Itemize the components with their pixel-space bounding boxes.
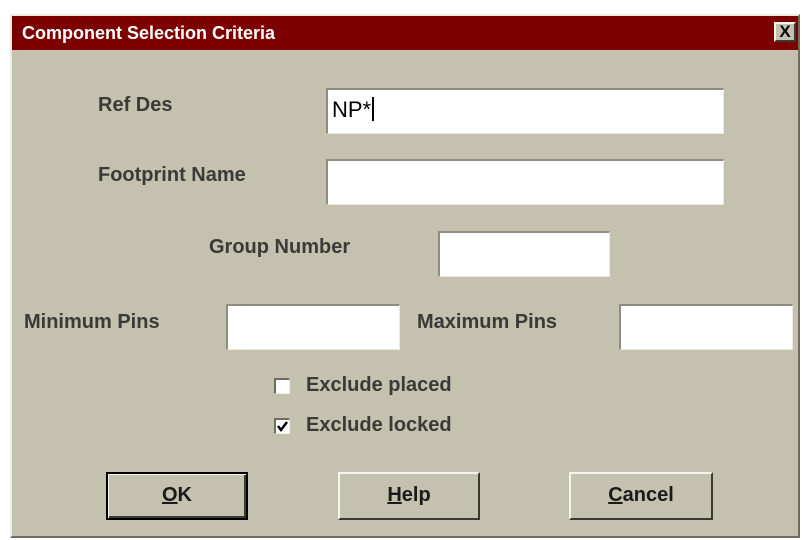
close-button[interactable]: X xyxy=(774,22,796,42)
exclude-placed-checkbox[interactable] xyxy=(274,378,290,394)
minimum-pins-input[interactable] xyxy=(226,304,400,350)
exclude-placed-label[interactable]: Exclude placed xyxy=(306,374,452,396)
help-button[interactable]: Help xyxy=(338,472,480,520)
group-number-input[interactable] xyxy=(438,231,610,277)
checkmark-icon xyxy=(277,421,288,432)
group-number-label: Group Number xyxy=(209,236,351,258)
title-bar[interactable]: Component Selection Criteria X xyxy=(12,16,798,50)
text-caret xyxy=(372,97,375,122)
help-label-rest: elp xyxy=(401,484,431,506)
window-title: Component Selection Criteria xyxy=(22,23,276,43)
maximum-pins-input[interactable] xyxy=(619,304,793,350)
ok-mnemonic: O xyxy=(161,484,178,506)
component-selection-dialog: Component Selection Criteria X Ref Des N… xyxy=(10,14,800,538)
footprint-name-input[interactable] xyxy=(326,159,724,205)
ok-label-rest: K xyxy=(177,484,192,506)
minimum-pins-label: Minimum Pins xyxy=(24,311,160,333)
cancel-button[interactable]: Cancel xyxy=(569,472,713,520)
exclude-locked-checkbox[interactable] xyxy=(274,418,290,434)
footprint-name-label: Footprint Name xyxy=(98,164,246,186)
cancel-mnemonic: C xyxy=(608,484,623,506)
exclude-locked-label[interactable]: Exclude locked xyxy=(306,414,452,436)
ok-button[interactable]: OK xyxy=(106,472,248,520)
help-mnemonic: H xyxy=(387,484,402,506)
cancel-label-rest: ancel xyxy=(622,484,674,506)
ref-des-label: Ref Des xyxy=(98,94,173,116)
ref-des-input[interactable]: NP* xyxy=(326,88,724,134)
ref-des-value: NP* xyxy=(332,97,372,122)
close-icon: X xyxy=(779,22,791,41)
maximum-pins-label: Maximum Pins xyxy=(417,311,558,333)
